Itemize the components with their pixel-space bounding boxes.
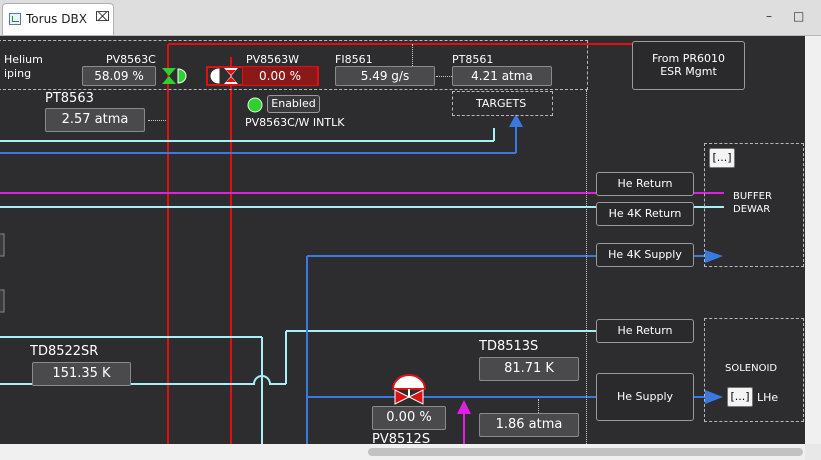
td8513s-pressure-value: 1.86 atma (479, 413, 579, 437)
pv8512s-value: 0.00 % (372, 406, 446, 430)
he-4k-supply-button[interactable]: He 4K Supply (596, 243, 694, 267)
display-file-icon (9, 13, 21, 25)
enabled-button[interactable]: Enabled (267, 95, 320, 113)
td8513s-value: 81.71 K (479, 357, 579, 381)
horizontal-scrollbar[interactable] (0, 444, 805, 460)
pt8563-label: PT8563 (45, 91, 94, 106)
pv8563c-value: 58.09 % (82, 66, 156, 86)
from-pr6010-esr-mgmt-button[interactable]: From PR6010 ESR Mgmt (632, 41, 745, 90)
enabled-led-icon (247, 97, 263, 113)
from-pr6010-line2: ESR Mgmt (660, 65, 717, 78)
pv8512s-label: PV8512S (372, 432, 431, 444)
horizontal-scrollbar-thumb[interactable] (368, 448, 803, 456)
he-return-top-button[interactable]: He Return (596, 172, 694, 196)
valve-pv8512s-icon (391, 374, 427, 405)
he-supply-button[interactable]: He Supply (596, 373, 694, 421)
vertical-scrollbar[interactable] (805, 36, 821, 444)
td8513s-label: TD8513S (479, 339, 539, 354)
td8522sr-value: 151.35 K (32, 362, 131, 386)
pt8561-value: 4.21 atma (452, 66, 552, 86)
pv8563w-label: PV8563W (246, 53, 300, 66)
tab-torus-dbx[interactable]: Torus DBX ⌧ (2, 3, 114, 35)
lhe-label: LHe (757, 391, 779, 404)
from-pr6010-line1: From PR6010 (651, 52, 726, 65)
piping-label: iping (4, 67, 32, 80)
tab-title: Torus DBX (26, 12, 87, 26)
pt8561-label: PT8561 (452, 53, 494, 66)
dewar-label: DEWAR (733, 204, 771, 215)
synoptic-display-canvas: Helium iping PV8563C PV8563W FI8561 PT85… (0, 36, 805, 444)
buffer-dewar-open-button[interactable]: [...] (709, 148, 735, 168)
solenoid-label: SOLENOID (725, 363, 778, 374)
he-return-bottom-button[interactable]: He Return (596, 319, 694, 343)
editor-tab-bar: Torus DBX ⌧ – □ (0, 0, 821, 36)
he-4k-return-button[interactable]: He 4K Return (596, 202, 694, 226)
minimize-icon[interactable]: – (766, 9, 772, 23)
td8522sr-label: TD8522SR (30, 344, 99, 359)
helium-label: Helium (4, 53, 43, 66)
targets-label[interactable]: TARGETS (476, 97, 526, 110)
intlk-label: PV8563C/W INTLK (245, 116, 345, 129)
divider-vertical (586, 90, 587, 444)
solenoid-open-button[interactable]: [...] (727, 387, 753, 407)
buffer-label: BUFFER (733, 191, 772, 202)
close-icon[interactable]: ⌧ (95, 10, 110, 25)
fi8561-value: 5.49 g/s (335, 66, 435, 86)
pv8563c-label: PV8563C (106, 53, 156, 66)
pt8563-value: 2.57 atma (45, 108, 145, 132)
magenta-up-arrow (457, 400, 471, 414)
pv8563w-value: 0.00 % (242, 66, 318, 86)
scrollbar-corner (805, 444, 821, 460)
fi8561-label: FI8561 (335, 53, 373, 66)
maximize-icon[interactable]: □ (793, 9, 804, 23)
